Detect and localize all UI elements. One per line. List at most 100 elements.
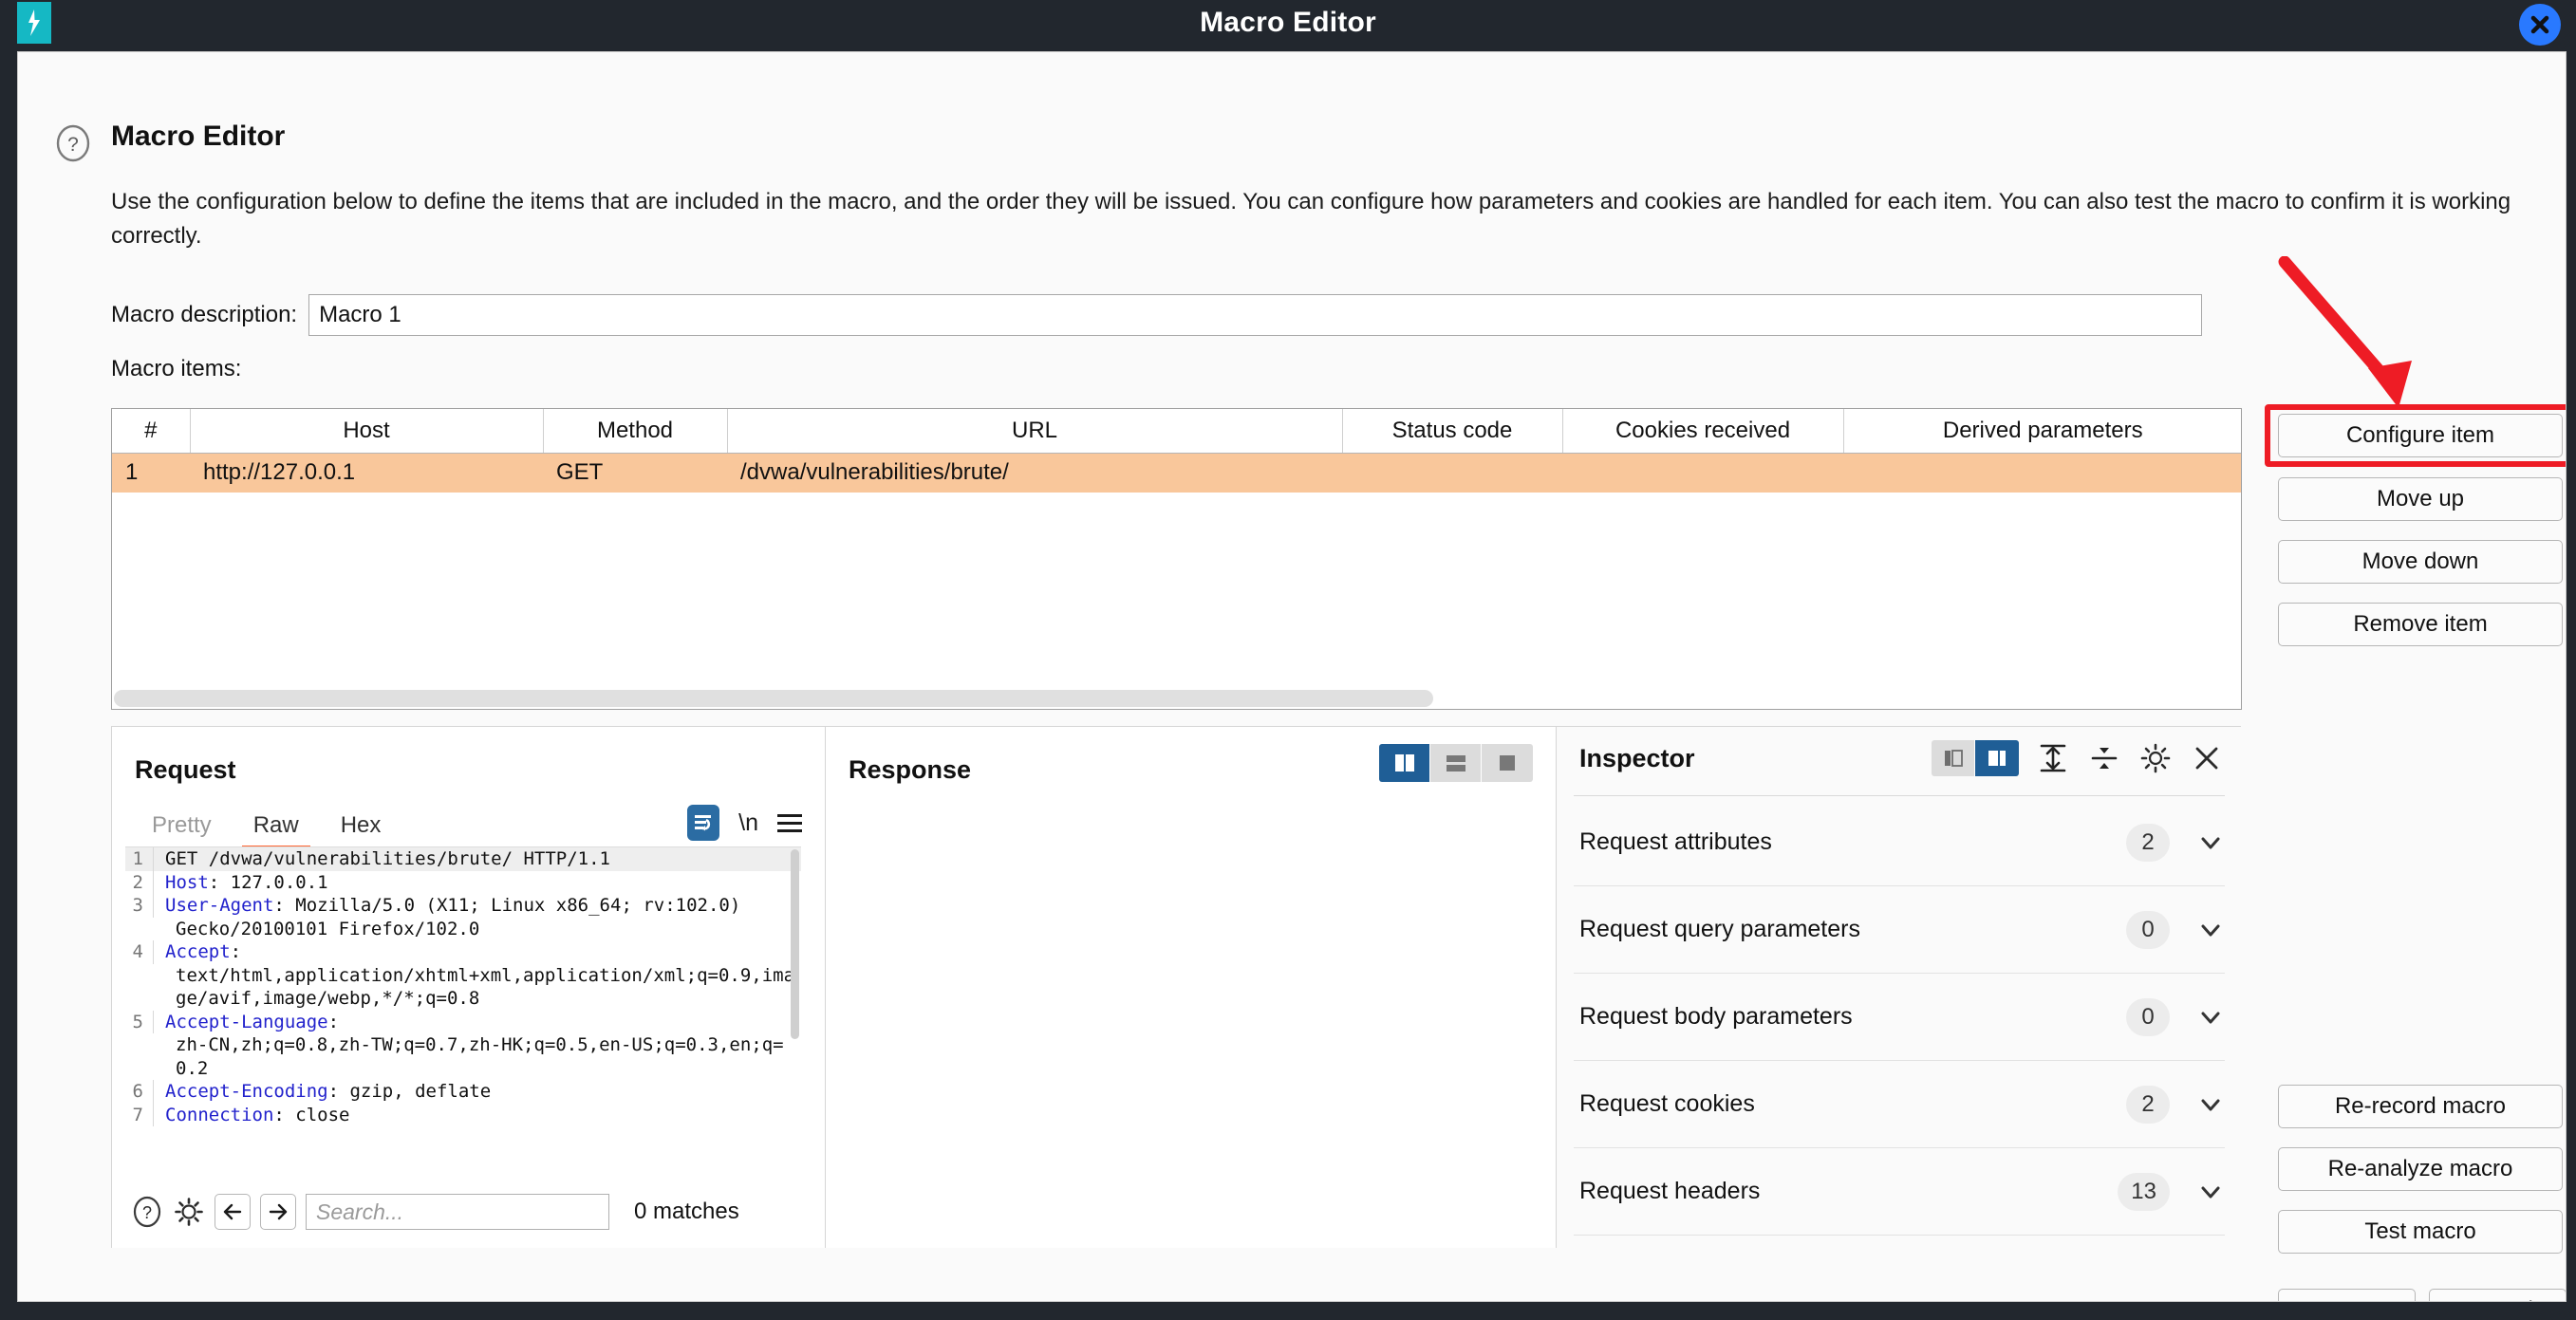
code-line: 4 Accept: (125, 940, 801, 964)
header-value: : Mozilla/5.0 (X11; Linux x86_64; rv:102… (273, 895, 741, 916)
configure-item-button[interactable]: Configure item (2278, 414, 2563, 457)
section-label: Request cookies (1579, 1090, 1755, 1117)
line-number: 6 (125, 1080, 154, 1104)
request-panel: Request Pretty Raw Hex \n 1 GET /dvwa/vu… (111, 726, 825, 1248)
header-key: Accept-Encoding (165, 1081, 328, 1102)
arrow-right-icon[interactable] (260, 1194, 296, 1230)
inspector-panel: Inspector Request attributes 2 Request q… (1556, 726, 2241, 1248)
chevron-down-icon[interactable] (2196, 1178, 2225, 1206)
column-header-host[interactable]: Host (190, 409, 544, 454)
macro-description-input[interactable] (308, 294, 2203, 336)
panel-right-icon[interactable] (1975, 740, 2019, 776)
code-line-continuation: text/html,application/xhtml+xml,applicat… (176, 964, 795, 1010)
gear-icon[interactable] (173, 1196, 205, 1228)
window-titlebar: Macro Editor (0, 0, 2576, 49)
section-count-badge: 2 (2126, 823, 2170, 862)
split-vertical-icon[interactable] (1379, 744, 1430, 782)
expand-all-icon[interactable] (2036, 741, 2070, 775)
tab-hex[interactable]: Hex (320, 809, 402, 850)
code-line: 5 Accept-Language: (125, 1010, 801, 1033)
svg-text:?: ? (142, 1203, 152, 1222)
header-key: User-Agent (165, 895, 274, 916)
cancel-button[interactable]: Cancel (2429, 1289, 2566, 1301)
inspector-section-request-body-parameters[interactable]: Request body parameters 0 (1574, 974, 2225, 1061)
vertical-scrollbar[interactable] (791, 849, 799, 1039)
column-header-derived[interactable]: Derived parameters (1843, 409, 2241, 454)
column-header-url[interactable]: URL (727, 409, 1343, 454)
re-analyze-macro-button[interactable]: Re-analyze macro (2278, 1147, 2563, 1191)
code-line: 1 GET /dvwa/vulnerabilities/brute/ HTTP/… (125, 847, 801, 871)
move-up-button[interactable]: Move up (2278, 477, 2563, 521)
section-count-badge: 13 (2118, 1172, 2170, 1211)
line-number: 1 (125, 847, 154, 871)
close-icon[interactable] (2190, 741, 2224, 775)
cell-method: GET (543, 453, 727, 493)
header-key: Accept (165, 941, 231, 962)
request-panel-title: Request (135, 755, 236, 784)
column-header-method[interactable]: Method (543, 409, 728, 454)
header-key: Connection (165, 1104, 274, 1125)
arrow-left-icon[interactable] (215, 1194, 251, 1230)
close-icon[interactable] (2519, 4, 2561, 46)
cell-derived (1843, 453, 2241, 493)
newline-icon[interactable]: \n (738, 809, 758, 837)
inspector-divider (1574, 795, 2225, 796)
table-header-row: # Host Method URL Status code Cookies re… (112, 409, 2241, 454)
inspector-section-request-headers[interactable]: Request headers 13 (1574, 1148, 2225, 1236)
line-number: 3 (125, 894, 154, 918)
table-row[interactable]: 1 http://127.0.0.1 GET /dvwa/vulnerabili… (112, 453, 2241, 493)
single-pane-icon[interactable] (1482, 744, 1533, 782)
chevron-down-icon[interactable] (2196, 1003, 2225, 1032)
request-tool-icons: \n (687, 805, 802, 841)
remove-item-button[interactable]: Remove item (2278, 603, 2563, 646)
header-value: : close (273, 1104, 350, 1125)
gear-icon[interactable] (2138, 741, 2173, 775)
code-line-continuation: zh-CN,zh;q=0.8,zh-TW;q=0.7,zh-HK;q=0.5,e… (176, 1034, 784, 1079)
request-raw-body[interactable]: 1 GET /dvwa/vulnerabilities/brute/ HTTP/… (125, 846, 801, 1177)
horizontal-scrollbar[interactable] (112, 688, 2241, 709)
tab-pretty[interactable]: Pretty (131, 809, 233, 850)
window-bottom-edge (0, 1301, 2576, 1320)
window-right-edge (2567, 49, 2576, 1320)
ok-button[interactable]: OK (2278, 1289, 2416, 1301)
re-record-macro-button[interactable]: Re-record macro (2278, 1085, 2563, 1128)
tab-raw[interactable]: Raw (233, 809, 320, 850)
inspector-section-request-attributes[interactable]: Request attributes 2 (1574, 799, 2225, 886)
panel-left-icon[interactable] (1932, 740, 1975, 776)
inspector-section-request-cookies[interactable]: Request cookies 2 (1574, 1061, 2225, 1148)
test-macro-button[interactable]: Test macro (2278, 1210, 2563, 1254)
question-mark-icon[interactable]: ? (131, 1196, 163, 1228)
inspector-section-request-query-parameters[interactable]: Request query parameters 0 (1574, 886, 2225, 974)
svg-text:?: ? (67, 134, 79, 156)
chevron-down-icon[interactable] (2196, 916, 2225, 944)
cell-host: http://127.0.0.1 (190, 453, 543, 493)
response-panel-title: Response (849, 755, 972, 784)
header-value: : gzip, deflate (327, 1081, 492, 1102)
line-number: 7 (125, 1103, 154, 1126)
column-header-status[interactable]: Status code (1342, 409, 1563, 454)
section-count-badge: 0 (2126, 910, 2170, 949)
line-number: 4 (125, 940, 154, 964)
split-horizontal-icon[interactable] (1430, 744, 1482, 782)
chevron-down-icon[interactable] (2196, 828, 2225, 857)
header-value: : 127.0.0.1 (208, 871, 328, 893)
macro-items-table[interactable]: # Host Method URL Status code Cookies re… (111, 408, 2242, 710)
column-header-num[interactable]: # (112, 409, 191, 454)
scrollbar-thumb[interactable] (114, 690, 1433, 707)
section-label: Request body parameters (1579, 1003, 1853, 1030)
inspector-toolbar (1932, 740, 2224, 776)
macro-description-label: Macro description: (111, 302, 298, 327)
move-down-button[interactable]: Move down (2278, 540, 2563, 584)
word-wrap-icon[interactable] (687, 805, 720, 841)
chevron-down-icon[interactable] (2196, 1090, 2225, 1119)
lower-panels: Request Pretty Raw Hex \n 1 GET /dvwa/vu… (111, 726, 2242, 1248)
code-line: 3 User-Agent: Mozilla/5.0 (X11; Linux x8… (125, 894, 801, 918)
column-header-cookies[interactable]: Cookies received (1562, 409, 1844, 454)
code-line-continuation: Gecko/20100101 Firefox/102.0 (176, 918, 480, 939)
request-search-bar: ? Search... 0 matches (125, 1185, 801, 1238)
hamburger-menu-icon[interactable] (777, 813, 802, 832)
question-mark-icon[interactable]: ? (54, 124, 92, 162)
macro-items-label: Macro items: (111, 356, 242, 381)
search-input[interactable] (306, 1194, 609, 1230)
collapse-all-icon[interactable] (2087, 741, 2121, 775)
